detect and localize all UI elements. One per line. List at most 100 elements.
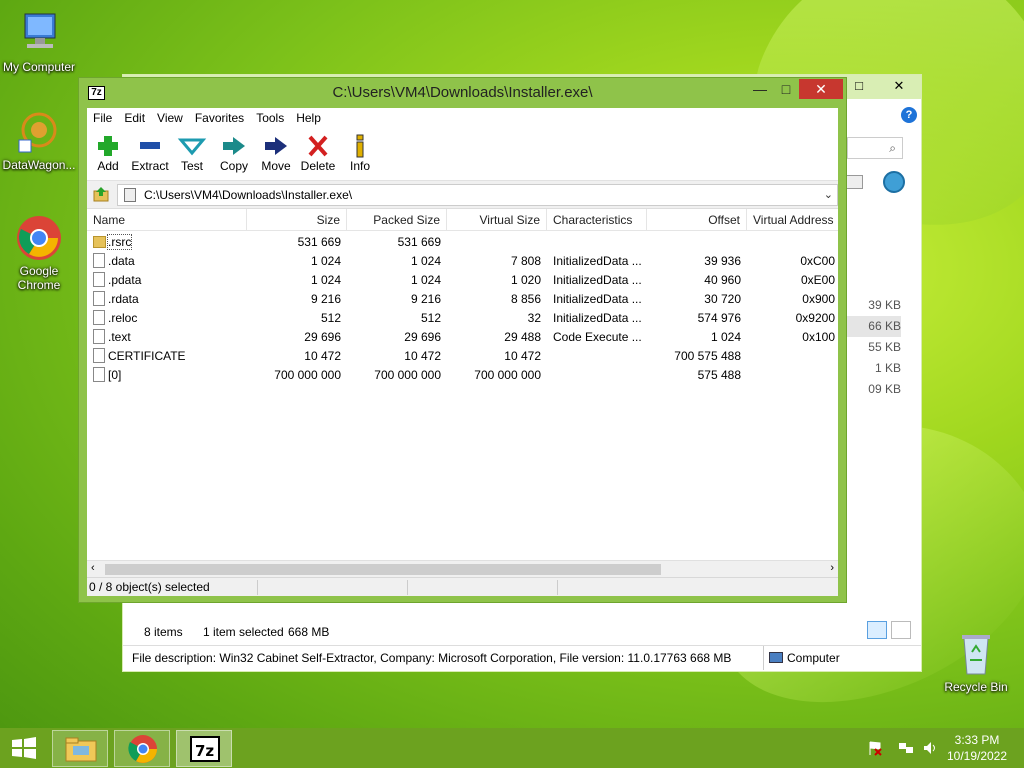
copy-button[interactable]: Copy [213, 133, 255, 173]
address-input[interactable]: C:\Users\VM4\Downloads\Installer.exe\ ⌄ [117, 184, 838, 206]
menu-favorites[interactable]: Favorites [189, 108, 250, 129]
table-row[interactable]: .reloc 512 512 32 InitializedData ... 574 976… [87, 309, 838, 328]
size-cell: 1 KB [874, 361, 901, 375]
cell-offset: 30 720 [704, 292, 741, 306]
desktop-icon-label: DataWagon... [2, 158, 76, 172]
add-button[interactable]: Add [87, 133, 129, 173]
cell-packed: 1 024 [410, 254, 441, 268]
large-icons-view-icon[interactable] [891, 621, 911, 639]
cell-offset: 1 024 [710, 330, 741, 344]
table-row[interactable]: .rdata 9 216 9 216 8 856 InitializedData ...… [87, 290, 838, 309]
menu-view[interactable]: View [151, 108, 189, 129]
up-folder-icon[interactable] [92, 185, 110, 203]
network-icon[interactable] [883, 171, 905, 193]
info-button[interactable]: Info [339, 133, 381, 173]
test-button[interactable]: Test [171, 133, 213, 173]
extract-button[interactable]: Extract [129, 133, 171, 173]
taskbar-7zip[interactable]: 7z [176, 730, 232, 767]
desktop-icon-datawagon[interactable]: DataWagon... [0, 108, 78, 172]
items-count: 8 items [144, 625, 183, 639]
chrome-icon [128, 735, 157, 763]
cell-vaddr: 0xE00 [800, 273, 835, 287]
scroll-right-icon[interactable]: › [830, 562, 834, 574]
column-header-size[interactable]: Size [247, 209, 347, 231]
file-icon [93, 329, 105, 344]
cell-packed: 531 669 [397, 235, 441, 249]
test-label: Test [180, 159, 203, 173]
action-center-flag-icon[interactable] [868, 740, 882, 756]
menu-file[interactable]: File [87, 108, 118, 129]
taskbar-chrome[interactable] [114, 730, 170, 767]
file-name: [0] [108, 368, 122, 382]
column-header-virtual-size[interactable]: Virtual Size [447, 209, 547, 231]
search-input[interactable]: ⌕ [847, 137, 903, 159]
menu-help[interactable]: Help [290, 108, 327, 129]
computer-icon [769, 652, 783, 663]
chevron-down-icon[interactable]: ⌄ [824, 185, 833, 205]
file-name: .data [108, 254, 135, 268]
status-bar: 0 / 8 object(s) selected [87, 577, 838, 596]
file-list[interactable]: Name Size Packed Size Virtual Size Chara… [87, 208, 838, 578]
network-icon[interactable] [898, 740, 914, 756]
column-header-packed-size[interactable]: Packed Size [347, 209, 447, 231]
cell-size: 700 000 000 [274, 368, 341, 382]
maximize-icon[interactable]: □ [773, 79, 799, 99]
table-row[interactable]: .text 29 696 29 696 29 488 Code Execute ... 1… [87, 328, 838, 347]
cell-vaddr: 0x900 [802, 292, 835, 306]
7zip-window[interactable]: 7z C:\Users\VM4\Downloads\Installer.exe\… [78, 77, 847, 603]
close-icon[interactable]: ✕ [799, 79, 843, 99]
taskbar-file-explorer[interactable] [52, 730, 108, 767]
help-icon[interactable]: ? [901, 107, 917, 123]
cell-vaddr [747, 233, 835, 252]
start-button[interactable] [0, 728, 48, 768]
taskbar-clock[interactable]: 3:33 PM 10/19/2022 [942, 732, 1012, 764]
delete-button[interactable]: Delete [297, 133, 339, 173]
cell-offset: 700 575 488 [674, 349, 741, 363]
details-view-icon[interactable] [867, 621, 887, 639]
cell-offset: 39 936 [704, 254, 741, 268]
datawagon-icon [15, 108, 63, 156]
file-description: File description: Win32 Cabinet Self-Ext… [132, 651, 732, 665]
column-header-name[interactable]: Name [87, 209, 247, 231]
cell-name: CERTIFICATE [93, 347, 243, 366]
column-header-characteristics[interactable]: Characteristics [547, 209, 647, 231]
scroll-left-icon[interactable]: ‹ [91, 562, 95, 574]
archive-icon [124, 188, 136, 202]
column-header-offset[interactable]: Offset [647, 209, 747, 231]
table-row[interactable]: [0] 700 000 000 700 000 000 700 000 000 575 … [87, 366, 838, 385]
chrome-icon [15, 214, 63, 262]
table-row[interactable]: CERTIFICATE 10 472 10 472 10 472 700 575 488 [87, 347, 838, 366]
cell-chars [553, 366, 647, 385]
desktop-icon-google-chrome[interactable]: Google Chrome [0, 214, 78, 292]
window-titlebar[interactable]: 7z C:\Users\VM4\Downloads\Installer.exe\… [79, 78, 846, 106]
cell-chars: InitializedData ... [553, 311, 642, 325]
minimize-icon[interactable]: — [747, 79, 773, 99]
file-name: .rsrc [106, 234, 133, 250]
cell-packed: 700 000 000 [374, 368, 441, 382]
file-icon [93, 253, 105, 268]
maximize-icon[interactable]: □ [845, 75, 873, 97]
column-header-virtual-address[interactable]: Virtual Address [747, 209, 838, 231]
close-icon[interactable]: ✕ [877, 75, 921, 97]
cell-chars: Code Execute ... [553, 330, 642, 344]
file-name: .text [108, 330, 131, 344]
cell-name: .rdata [93, 290, 243, 309]
menu-edit[interactable]: Edit [118, 108, 151, 129]
file-explorer-icon [65, 737, 97, 762]
file-name: .rdata [108, 292, 139, 306]
desktop-icon-my-computer[interactable]: My Computer [0, 10, 78, 74]
volume-icon[interactable] [922, 740, 938, 756]
desktop-icon-recycle-bin[interactable]: Recycle Bin [937, 630, 1015, 694]
table-row[interactable]: .data 1 024 1 024 7 808 InitializedData ... 3… [87, 252, 838, 271]
cell-vsize [447, 233, 541, 252]
table-row[interactable]: .pdata 1 024 1 024 1 020 InitializedData ...… [87, 271, 838, 290]
horizontal-scrollbar[interactable]: ‹ › [87, 560, 838, 577]
menu-tools[interactable]: Tools [250, 108, 290, 129]
search-icon: ⌕ [889, 141, 896, 155]
desktop-icon-label: Recycle Bin [944, 680, 1008, 694]
scrollbar-thumb[interactable] [105, 564, 661, 575]
cell-vsize: 10 472 [504, 349, 541, 363]
explorer-status-bar: 8 items 1 item selected 668 MB [123, 617, 921, 647]
move-button[interactable]: Move [255, 133, 297, 173]
table-row[interactable]: .rsrc 531 669 531 669 [87, 233, 838, 252]
